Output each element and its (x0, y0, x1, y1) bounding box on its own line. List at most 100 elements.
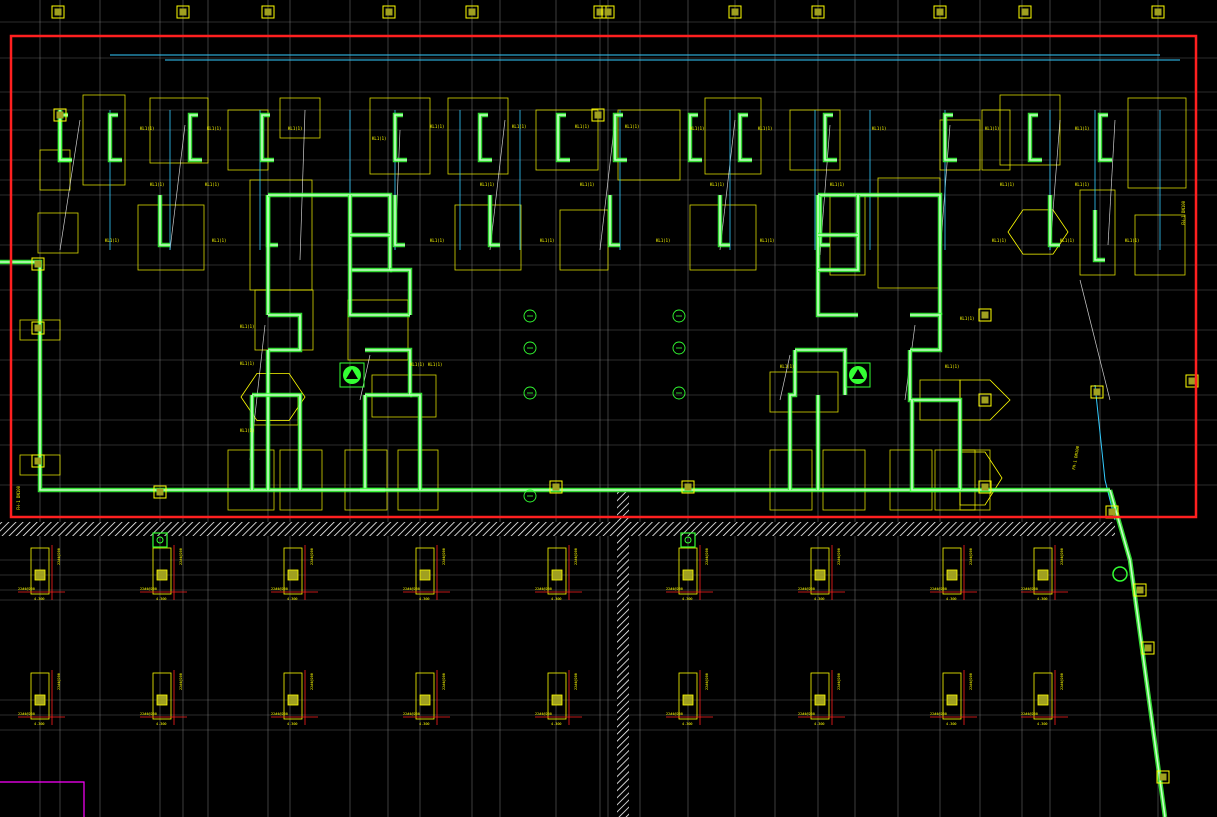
core-wall (815, 195, 858, 318)
column-marker-icon (1136, 586, 1144, 594)
column-marker-icon (1108, 508, 1116, 516)
column-marker-icon (34, 457, 42, 465)
footing-outline (981, 109, 1011, 171)
pile-spec-label: 22#4@200 (1060, 548, 1064, 565)
pile-spec-label: 22#4@200 (403, 587, 420, 591)
pile-spec-label: 22#4@200 (140, 587, 157, 591)
pile-marker-icon (682, 694, 694, 706)
pile-spec-label: 22#4@200 (930, 712, 947, 716)
pile-spec-label: 22#4@200 (1060, 673, 1064, 690)
column-marker-icon (1188, 377, 1196, 385)
footing-outline (1127, 97, 1187, 189)
beam-tag-label: KL1(1) (760, 238, 774, 243)
c-wall-unit (187, 112, 202, 163)
pile-spec-label: 22#4@200 (310, 548, 314, 565)
pile-marker-icon (156, 569, 168, 581)
pile-marker-icon (419, 569, 431, 581)
pile-spec-label: 22#4@200 (705, 673, 709, 690)
pile-marker-icon (682, 569, 694, 581)
pile-spec-label: 22#4@200 (1021, 712, 1038, 716)
pile-spec-label: 22#4@200 (271, 712, 288, 716)
pile-spec-label: 22#4@200 (140, 712, 157, 716)
beam-tag-label: KL1(1) (1075, 182, 1089, 187)
core-wall (252, 392, 303, 490)
hex-footing (1007, 209, 1069, 255)
core-wall (349, 195, 410, 316)
beam-tag-label: KL1(1) (207, 126, 221, 131)
pile-marker-icon (1037, 569, 1049, 581)
column-marker-icon (1154, 8, 1162, 16)
footing-outline (934, 449, 976, 511)
beam-tag-label: KL1(1) (960, 316, 974, 321)
core-wall (268, 314, 301, 351)
beam-tag-label: KL1(1) (410, 362, 424, 367)
pile-elev-label: 4.300 (814, 597, 825, 601)
column-marker-icon (936, 8, 944, 16)
beam-tag-label: KL1(1) (575, 124, 589, 129)
column-marker-icon (54, 8, 62, 16)
cad-drawing-canvas[interactable]: 22#4@200 4.300 22#4@200 22#4@200 4.300 22#4@2… (0, 0, 1217, 817)
pile-spec-label: 22#4@200 (18, 712, 35, 716)
core-wall (347, 195, 410, 318)
column-marker-icon (1159, 773, 1167, 781)
pile-elev-label: 4.300 (814, 722, 825, 726)
beam-tag-label: KL1(1) (430, 238, 444, 243)
c-wall-unit (687, 112, 702, 163)
pile-spec-label: 22#4@200 (442, 673, 446, 690)
pile-spec-label: 22#4@200 (837, 673, 841, 690)
footing-outline (37, 212, 79, 254)
c-wall-unit (107, 112, 122, 163)
perimeter-wall (0, 259, 1110, 493)
column-marker-icon (264, 8, 272, 16)
pile-marker-icon (419, 694, 431, 706)
beam-tag-label: KL1(1) (1075, 126, 1089, 131)
pile-elev-label: 4.300 (419, 597, 430, 601)
pile-marker-icon (287, 569, 299, 581)
beam-tag-label: KL1(1) (480, 182, 494, 187)
core-wall (818, 194, 941, 315)
core-wall (390, 267, 413, 315)
column-marker-icon (814, 8, 822, 16)
leader-line (299, 109, 306, 261)
beam-tag-label: KL1(1) (288, 126, 302, 131)
pile-elev-label: 4.300 (34, 597, 45, 601)
c-wall-unit (392, 112, 407, 163)
core-wall (910, 312, 943, 353)
pile-spec-label: 22#4@200 (969, 673, 973, 690)
footing-outline (689, 204, 757, 271)
column-marker-icon (179, 8, 187, 16)
beam-tag-label: KL1(1) (992, 238, 1006, 243)
pile-spec-label: 22#4@200 (1021, 587, 1038, 591)
leader-line (59, 119, 81, 251)
pile-spec-label: 22#4@200 (798, 712, 815, 716)
beam-tag-label: KL1(1) (240, 361, 254, 366)
yellow-footing-outlines (18, 94, 1187, 725)
footing-outline (617, 109, 681, 181)
beam-tag-label: KL1(1) (105, 238, 119, 243)
column-marker-icon (981, 396, 989, 404)
curved-retaining-wall (1107, 489, 1168, 817)
beam-tag-label: KL1(1) (372, 136, 386, 141)
footing-outline (769, 371, 839, 413)
c-wall-unit (477, 112, 492, 163)
leader-line (1107, 119, 1116, 246)
pile-marker-icon (814, 694, 826, 706)
pile-spec-label: 22#4@200 (535, 587, 552, 591)
pile-spec-label: 22#4@200 (574, 548, 578, 565)
l-wall (157, 195, 170, 248)
beam-tag-label: KL1(1) (430, 124, 444, 129)
column-marker-icon (385, 8, 393, 16)
column-marker-icon (981, 483, 989, 491)
column-marker-icon (34, 324, 42, 332)
beam-tag-label: KL1(1) (1125, 238, 1139, 243)
core-wall (818, 192, 943, 315)
c-wall-unit (612, 112, 627, 163)
pile-marker-icon (1037, 694, 1049, 706)
footing-outline (822, 449, 866, 511)
pile-elev-label: 4.300 (34, 722, 45, 726)
pile-marker-icon (551, 569, 563, 581)
column-marker-icon (981, 311, 989, 319)
core-wall (795, 349, 846, 395)
beam-tag-label: KL1(1) (758, 126, 772, 131)
beam-tag-label: KL1(1) (140, 126, 154, 131)
